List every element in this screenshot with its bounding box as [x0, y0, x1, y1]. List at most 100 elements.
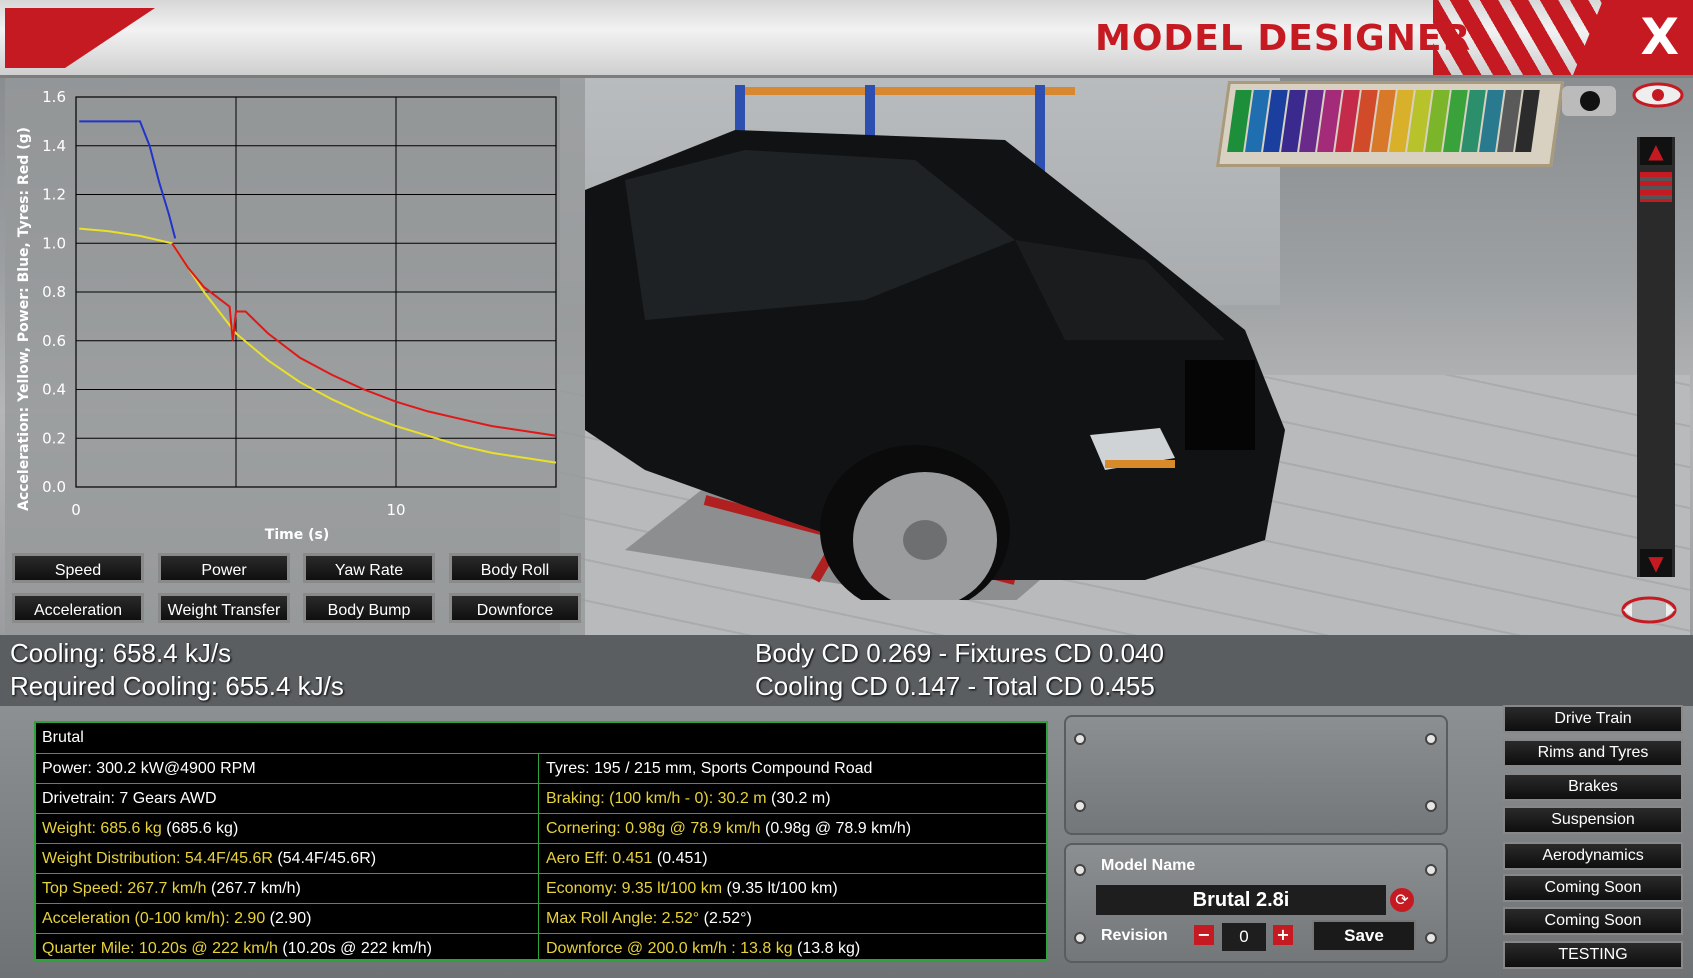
- performance-chart: 0.0 0.2 0.4 0.6 0.8 1.0 1.2 1.4 1.6 0 10 Time (s)…: [16, 88, 557, 543]
- quarter-mile-stat: Quarter Mile: 10.20s @ 222 km/h: [42, 940, 278, 957]
- quarter-mile-stat-prev: (10.20s @ 222 km/h): [282, 940, 432, 957]
- downforce-stat: Downforce @ 200.0 km/h : 13.8 kg: [546, 940, 793, 957]
- downforce-stat-prev: (13.8 kg): [797, 940, 861, 957]
- revision-increment-button[interactable]: +: [1273, 925, 1293, 945]
- car-stats-table: Brutal Power: 300.2 kW@4900 RPM Tyres: 1…: [34, 721, 1048, 961]
- table-row: Weight Distribution: 54.4F/45.6R (54.4F/…: [36, 843, 1046, 874]
- tyres-stat: Tyres: 195 / 215 mm, Sports Compound Roa…: [546, 760, 873, 777]
- rotate-view-icon[interactable]: [1620, 590, 1678, 630]
- table-row: Power: 300.2 kW@4900 RPM Tyres: 195 / 21…: [36, 753, 1046, 784]
- chart-grid: [75, 96, 557, 488]
- nav-brakes[interactable]: Brakes: [1503, 773, 1683, 801]
- car-model: [585, 130, 1285, 600]
- max-roll-angle-stat-prev: (2.52°): [703, 910, 752, 927]
- braking-stat: Braking: (100 km/h - 0): 30.2 m: [546, 790, 767, 807]
- chart-button-yaw-rate[interactable]: Yaw Rate: [303, 553, 435, 583]
- chart-x-tick-label: 10: [386, 501, 405, 519]
- table-row: Quarter Mile: 10.20s @ 222 km/h (10.20s …: [36, 933, 1046, 964]
- chart-button-weight-transfer[interactable]: Weight Transfer: [158, 593, 290, 623]
- chart-button-acceleration[interactable]: Acceleration: [12, 593, 144, 623]
- revision-value: 0: [1222, 923, 1266, 951]
- chart-y-ticks: 0.0 0.2 0.4 0.6 0.8 1.0 1.2 1.4 1.6: [42, 88, 66, 496]
- nav-rims-and-tyres[interactable]: Rims and Tyres: [1503, 739, 1683, 767]
- chart-ylabel: Acceleration: Yellow, Power: Blue, Tyres…: [16, 127, 32, 511]
- scroll-down-icon[interactable]: ▼: [1640, 549, 1672, 577]
- chart-button-downforce[interactable]: Downforce: [449, 593, 581, 623]
- title-bar: MODEL DESIGNER X: [0, 0, 1693, 78]
- cooling-stat: Cooling: 658.4 kJ/s: [10, 638, 232, 668]
- weight-distribution-stat: Weight Distribution: 54.4F/45.6R: [42, 850, 273, 867]
- car-name: Brutal: [42, 729, 84, 746]
- aero-eff-stat: Aero Eff: 0.451: [546, 850, 653, 867]
- table-row: Weight: 685.6 kg (685.6 kg) Cornering: 0…: [36, 813, 1046, 844]
- save-button[interactable]: Save: [1312, 920, 1416, 952]
- chart-button-speed[interactable]: Speed: [12, 553, 144, 583]
- table-row: Drivetrain: 7 Gears AWD Braking: (100 km…: [36, 783, 1046, 814]
- chart-button-body-roll[interactable]: Body Roll: [449, 553, 581, 583]
- chart-x-tick-label: 0: [71, 501, 81, 519]
- table-row: Acceleration (0-100 km/h): 2.90 (2.90) M…: [36, 903, 1046, 934]
- acceleration-stat: Acceleration (0-100 km/h): 2.90: [42, 910, 266, 927]
- chart-y-tick-label: 0.0: [42, 478, 66, 496]
- zoom-scrollbar[interactable]: [1637, 137, 1675, 577]
- chart-y-tick-label: 0.4: [42, 381, 66, 399]
- chart-y-tick-label: 1.6: [42, 88, 66, 106]
- nav-drive-train[interactable]: Drive Train: [1503, 705, 1683, 733]
- weight-stat-prev: (685.6 kg): [166, 820, 239, 837]
- drivetrain-stat: Drivetrain: 7 Gears AWD: [42, 790, 217, 807]
- close-button[interactable]: X: [1640, 12, 1679, 62]
- power-stat: Power: 300.2 kW@4900 RPM: [42, 760, 256, 777]
- chart-series-line-1: [79, 227, 557, 464]
- revision-decrement-button[interactable]: −: [1194, 925, 1214, 945]
- model-name-label: Model Name: [1101, 857, 1196, 874]
- top-speed-stat-prev: (267.7 km/h): [211, 880, 301, 897]
- camera-icon[interactable]: [1562, 86, 1616, 116]
- weight-stat: Weight: 685.6 kg: [42, 820, 162, 837]
- bolt-icon: [1425, 800, 1437, 812]
- bolt-icon: [1425, 733, 1437, 745]
- scroll-up-icon[interactable]: ▲: [1640, 137, 1672, 165]
- chart-x-ticks: 0 10: [71, 501, 405, 519]
- nav-coming-soon-2[interactable]: Coming Soon: [1503, 907, 1683, 935]
- eye-icon[interactable]: [1632, 80, 1684, 110]
- bolt-icon: [1074, 733, 1086, 745]
- bolt-icon: [1074, 932, 1086, 944]
- model-name-input[interactable]: Brutal 2.8i: [1096, 885, 1386, 915]
- nav-testing[interactable]: TESTING: [1503, 941, 1683, 969]
- chart-y-tick-label: 0.2: [42, 429, 66, 447]
- top-speed-stat: Top Speed: 267.7 km/h: [42, 880, 207, 897]
- bolt-icon: [1074, 800, 1086, 812]
- aero-eff-stat-prev: (0.451): [656, 850, 708, 867]
- acceleration-stat-prev: (2.90): [269, 910, 312, 927]
- chart-y-tick-label: 1.2: [42, 186, 66, 204]
- braking-stat-prev: (30.2 m): [770, 790, 831, 807]
- nav-coming-soon-1[interactable]: Coming Soon: [1503, 874, 1683, 902]
- economy-stat: Economy: 9.35 lt/100 km: [546, 880, 723, 897]
- refresh-icon[interactable]: ⟳: [1390, 888, 1414, 912]
- nav-suspension[interactable]: Suspension: [1503, 806, 1683, 834]
- weight-distribution-stat-prev: (54.4F/45.6R): [277, 850, 377, 867]
- chart-y-tick-label: 0.8: [42, 283, 66, 301]
- zoom-scroll-thumb[interactable]: [1640, 172, 1672, 202]
- required-cooling-stat: Required Cooling: 655.4 kJ/s: [10, 671, 344, 701]
- chart-y-tick-label: 0.6: [42, 332, 66, 350]
- table-row: Top Speed: 267.7 km/h (267.7 km/h) Econo…: [36, 873, 1046, 904]
- empty-plate-panel: [1064, 715, 1448, 835]
- bolt-icon: [1074, 864, 1086, 876]
- nav-aerodynamics[interactable]: Aerodynamics: [1503, 842, 1683, 870]
- chart-button-body-bump[interactable]: Body Bump: [303, 593, 435, 623]
- chart-xlabel: Time (s): [265, 527, 329, 543]
- chart-y-tick-label: 1.4: [42, 137, 66, 155]
- economy-stat-prev: (9.35 lt/100 km): [726, 880, 838, 897]
- chart-button-power[interactable]: Power: [158, 553, 290, 583]
- cornering-stat-prev: (0.98g @ 78.9 km/h): [765, 820, 912, 837]
- bolt-icon: [1425, 864, 1437, 876]
- chart-series-line-2: [171, 242, 557, 437]
- max-roll-angle-stat: Max Roll Angle: 2.52°: [546, 910, 700, 927]
- body-cd-stat: Body CD 0.269 - Fixtures CD 0.040: [755, 638, 1164, 668]
- revision-label: Revision: [1101, 927, 1168, 944]
- chart-series-line-0: [79, 120, 177, 239]
- chart-y-tick-label: 1.0: [42, 234, 66, 252]
- cooling-cd-stat: Cooling CD 0.147 - Total CD 0.455: [755, 671, 1155, 701]
- cornering-stat: Cornering: 0.98g @ 78.9 km/h: [546, 820, 761, 837]
